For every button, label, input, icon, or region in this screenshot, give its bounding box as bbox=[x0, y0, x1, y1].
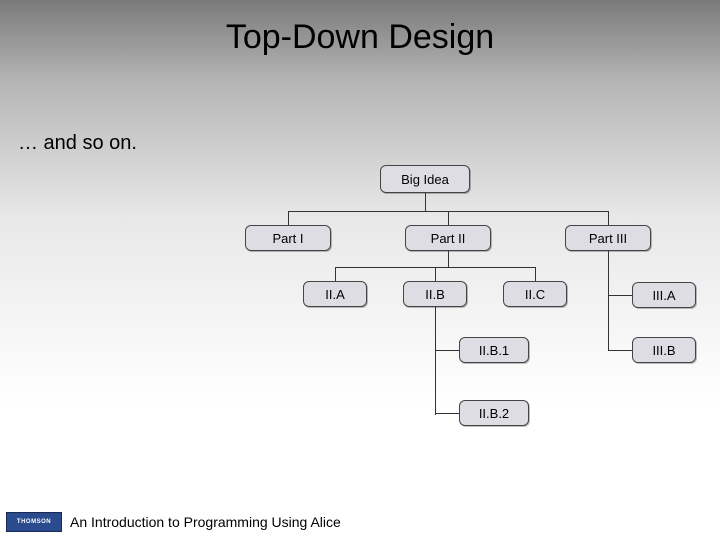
node-iiib: III.B bbox=[632, 337, 696, 363]
node-iib2: II.B.2 bbox=[459, 400, 529, 426]
node-iib1: II.B.1 bbox=[459, 337, 529, 363]
connector bbox=[608, 211, 609, 225]
node-iiia: III.A bbox=[632, 282, 696, 308]
slide-footer: THOMSON An Introduction to Programming U… bbox=[0, 512, 720, 532]
publisher-logo: THOMSON bbox=[6, 512, 62, 532]
connector bbox=[435, 267, 436, 281]
connector bbox=[425, 193, 426, 211]
footer-caption: An Introduction to Programming Using Ali… bbox=[70, 514, 341, 530]
node-iib: II.B bbox=[403, 281, 467, 307]
connector bbox=[435, 307, 436, 415]
connector bbox=[435, 413, 459, 414]
slide-subtext: … and so on. bbox=[18, 132, 137, 155]
slide-title: Top-Down Design bbox=[0, 18, 720, 57]
node-root: Big Idea bbox=[380, 165, 470, 193]
node-iic: II.C bbox=[503, 281, 567, 307]
connector bbox=[448, 211, 449, 225]
connector bbox=[335, 267, 336, 281]
hierarchy-diagram: Big Idea Part I Part II Part III II.A II… bbox=[0, 155, 720, 495]
connector bbox=[535, 267, 536, 281]
connector bbox=[448, 251, 449, 267]
connector bbox=[608, 350, 632, 351]
connector bbox=[608, 251, 609, 351]
node-part3: Part III bbox=[565, 225, 651, 251]
node-part2: Part II bbox=[405, 225, 491, 251]
connector bbox=[288, 211, 289, 225]
connector bbox=[608, 295, 632, 296]
node-part1: Part I bbox=[245, 225, 331, 251]
publisher-logo-text: THOMSON bbox=[17, 519, 51, 525]
connector bbox=[435, 350, 459, 351]
node-iia: II.A bbox=[303, 281, 367, 307]
